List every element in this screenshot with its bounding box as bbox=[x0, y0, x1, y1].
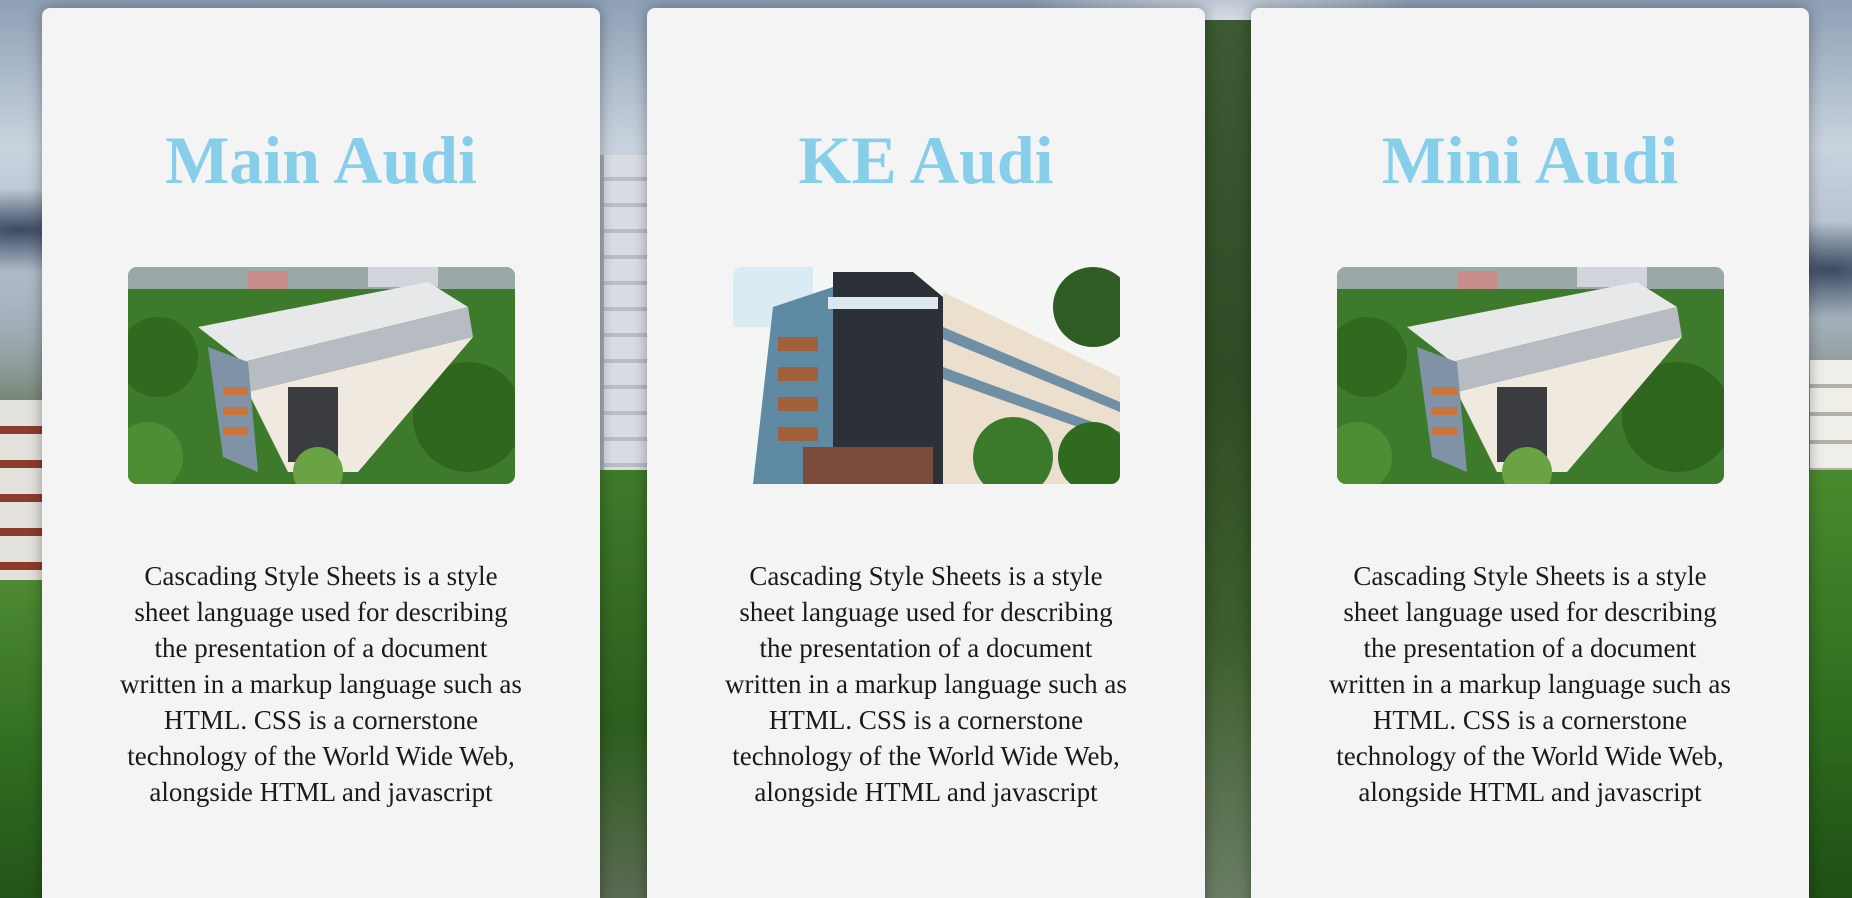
card-grid: Main Audi Cascading Style Sheets is a st… bbox=[0, 0, 1852, 898]
card-ke-audi: KE Audi Cascading Style Sheets is a styl… bbox=[647, 8, 1205, 898]
card-mini-audi: Mini Audi Cascading Style Sheets is a st… bbox=[1251, 8, 1809, 898]
card-description: Cascading Style Sheets is a style sheet … bbox=[1329, 561, 1731, 807]
aerial-building-photo bbox=[128, 267, 515, 484]
aerial-building-photo bbox=[1337, 267, 1724, 484]
card-description: Cascading Style Sheets is a style sheet … bbox=[725, 561, 1127, 807]
card-main-audi: Main Audi Cascading Style Sheets is a st… bbox=[42, 8, 600, 898]
card-title: Main Audi bbox=[165, 122, 477, 198]
card-title: KE Audi bbox=[798, 122, 1054, 198]
card-description: Cascading Style Sheets is a style sheet … bbox=[120, 561, 522, 807]
card-title: Mini Audi bbox=[1381, 122, 1679, 198]
university-building-photo bbox=[733, 267, 1120, 484]
